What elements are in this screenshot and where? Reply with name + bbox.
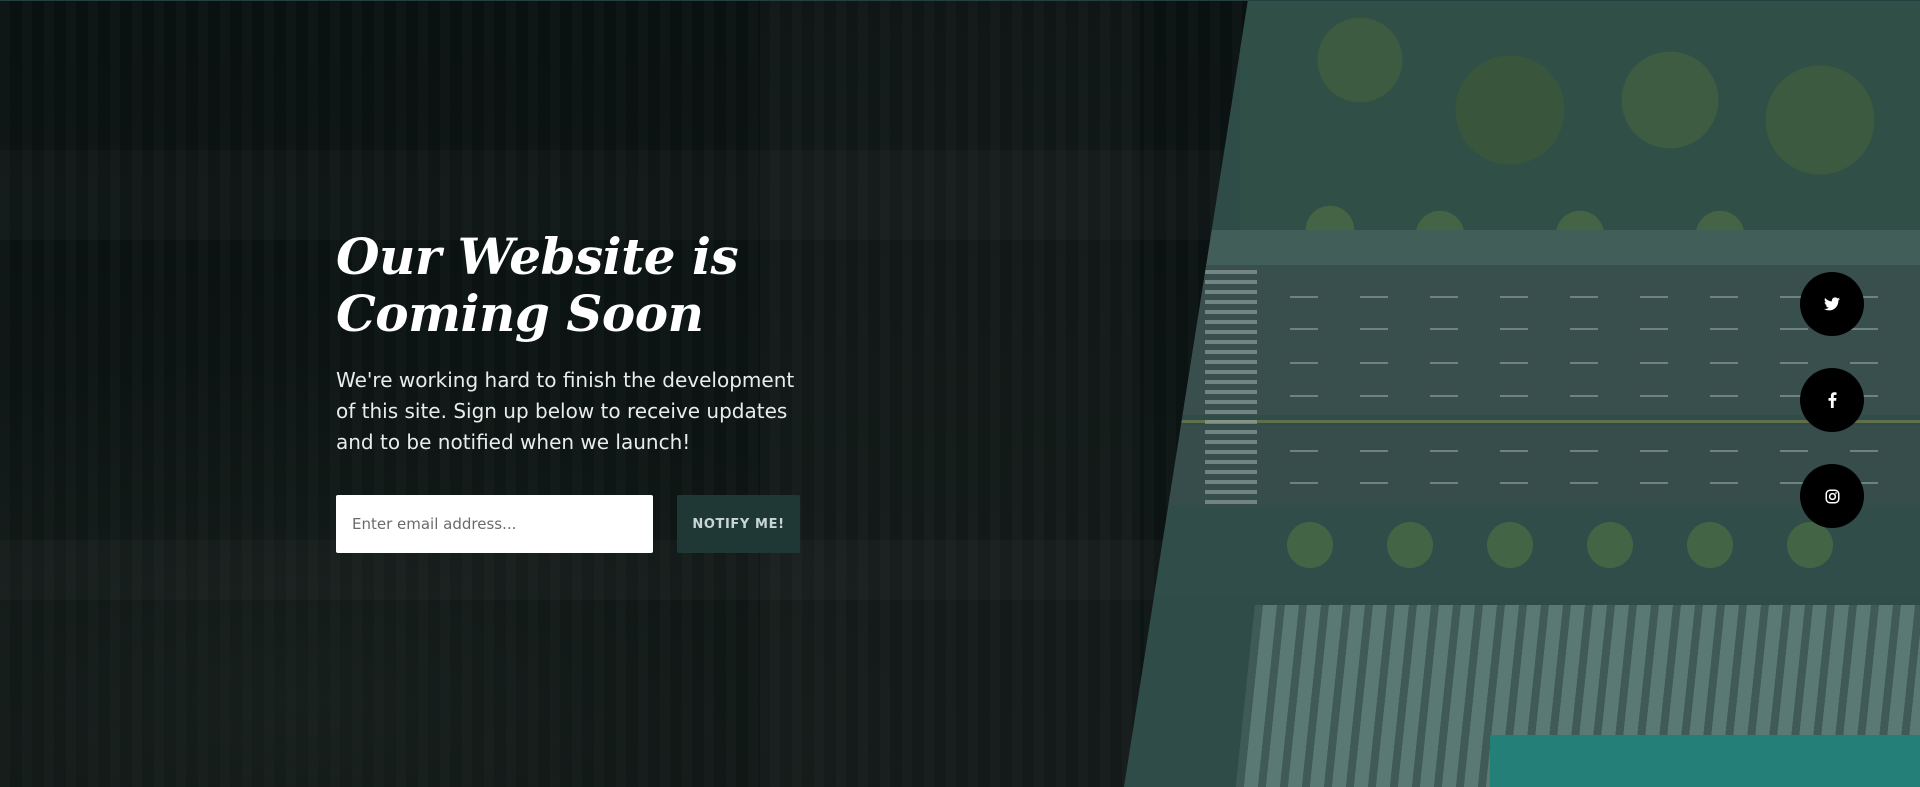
coming-soon-page: Our Website is Coming Soon We're working…	[0, 0, 1920, 787]
photo-building	[1235, 605, 1920, 787]
facebook-button[interactable]	[1800, 368, 1864, 432]
top-border	[0, 0, 1920, 1]
social-links	[1800, 272, 1864, 528]
photo-crosswalk	[1205, 270, 1257, 510]
headline-line-1: Our Website is	[336, 227, 739, 286]
photo-sidewalk	[1140, 230, 1920, 265]
email-input[interactable]	[336, 495, 653, 553]
twitter-icon	[1824, 297, 1840, 311]
instagram-button[interactable]	[1800, 464, 1864, 528]
hero-content: Our Website is Coming Soon We're working…	[336, 228, 826, 553]
headline-line-2: Coming Soon	[336, 284, 704, 343]
twitter-button[interactable]	[1800, 272, 1864, 336]
photo-pool	[1490, 735, 1920, 787]
signup-form: NOTIFY ME!	[336, 495, 826, 553]
photo-trees-top	[1240, 0, 1920, 230]
instagram-icon	[1825, 489, 1839, 503]
notify-me-button[interactable]: NOTIFY ME!	[677, 495, 800, 553]
hero-description: We're working hard to finish the develop…	[336, 368, 795, 454]
page-title: Our Website is Coming Soon	[336, 228, 826, 342]
facebook-icon	[1828, 392, 1836, 408]
